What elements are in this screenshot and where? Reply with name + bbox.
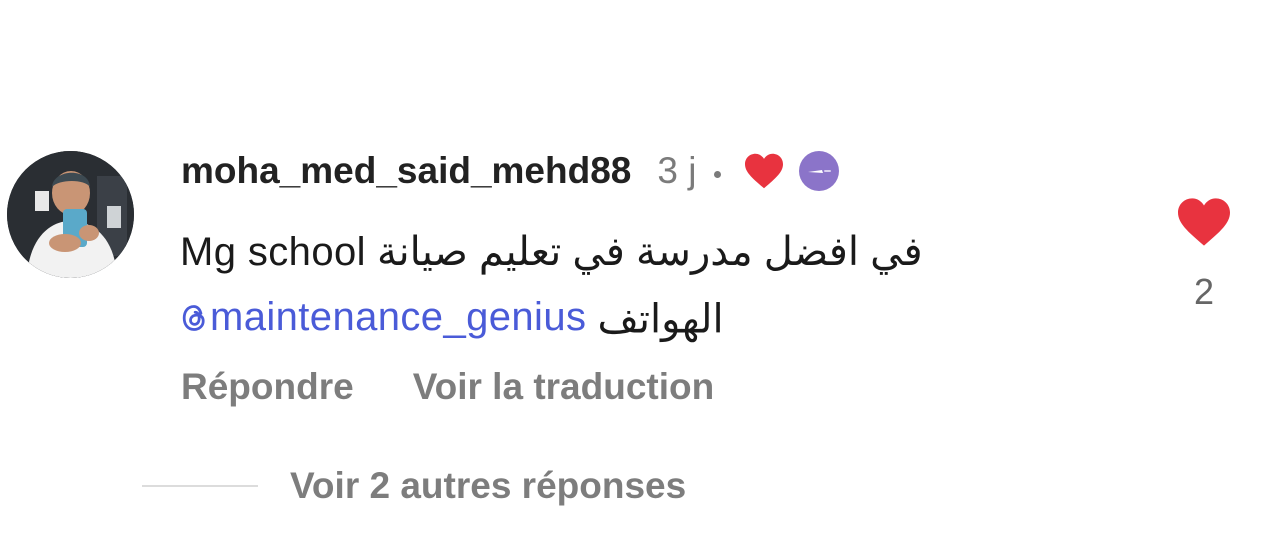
comment-text-line1: في افضل مدرسة في تعليم صيانة Mg school xyxy=(180,230,923,274)
like-button[interactable] xyxy=(1175,196,1233,251)
separator-dot xyxy=(714,170,722,178)
comment-text-line2: maintenance_genius الهواتف xyxy=(180,295,724,343)
mention-link[interactable]: maintenance_genius xyxy=(180,295,586,340)
mention-username[interactable]: maintenance_genius xyxy=(210,295,586,340)
comment-time: 3 j xyxy=(657,150,697,191)
like-column: 2 xyxy=(1168,196,1240,313)
comment-header: moha_med_said_mehd88 3 j xyxy=(181,146,840,196)
username[interactable]: moha_med_said_mehd88 xyxy=(181,150,631,192)
avatar[interactable] xyxy=(7,151,134,278)
view-more-replies-button[interactable]: Voir 2 autres réponses xyxy=(290,465,686,507)
threads-at-icon xyxy=(182,304,205,331)
creator-badge-icon xyxy=(799,151,840,191)
reply-button[interactable]: Répondre xyxy=(181,366,354,408)
like-count: 2 xyxy=(1193,271,1215,312)
replies-divider xyxy=(142,485,258,487)
comment-actions: Répondre Voir la traduction xyxy=(181,366,714,408)
translate-button[interactable]: Voir la traduction xyxy=(413,366,715,408)
heart-icon xyxy=(745,153,784,189)
heart-icon xyxy=(1178,198,1230,246)
view-replies-row: Voir 2 autres réponses xyxy=(142,465,686,507)
comment-text-line2-after: الهواتف xyxy=(597,297,724,342)
